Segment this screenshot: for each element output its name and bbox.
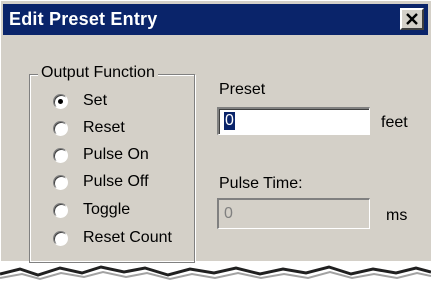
pulse-time-value: 0 bbox=[224, 205, 233, 222]
pulse-time-input[interactable]: 0 bbox=[217, 198, 370, 229]
radio-button-icon[interactable] bbox=[53, 121, 68, 136]
close-icon bbox=[406, 13, 418, 25]
close-button[interactable] bbox=[400, 8, 424, 30]
preset-input[interactable]: 0 bbox=[217, 107, 370, 135]
preset-label: Preset bbox=[219, 81, 266, 98]
radio-set[interactable]: Set bbox=[53, 92, 193, 114]
radio-reset[interactable]: Reset bbox=[53, 119, 193, 141]
torn-edge-decoration bbox=[0, 265, 431, 299]
radio-button-icon[interactable] bbox=[53, 148, 68, 163]
output-function-legend: Output Function bbox=[38, 64, 158, 82]
pulse-time-label: Pulse Time: bbox=[219, 175, 303, 192]
window-title: Edit Preset Entry bbox=[9, 9, 158, 29]
pulse-time-unit-label: ms bbox=[386, 207, 408, 224]
edit-preset-dialog: Edit Preset Entry Output Function Set Re… bbox=[0, 0, 431, 263]
radio-label: Pulse Off bbox=[83, 173, 149, 190]
title-bar[interactable]: Edit Preset Entry bbox=[3, 4, 428, 35]
radio-button-icon[interactable] bbox=[53, 175, 68, 190]
radio-label: Set bbox=[83, 92, 108, 109]
radio-pulse-on[interactable]: Pulse On bbox=[53, 146, 193, 168]
radio-button-selected-icon[interactable] bbox=[53, 94, 68, 109]
radio-button-icon[interactable] bbox=[53, 203, 68, 218]
radio-toggle[interactable]: Toggle bbox=[53, 201, 193, 223]
radio-label: Reset bbox=[83, 119, 125, 136]
radio-label: Pulse On bbox=[83, 146, 149, 163]
preset-value: 0 bbox=[224, 112, 235, 130]
radio-label: Reset Count bbox=[83, 229, 172, 246]
preset-unit-label: feet bbox=[381, 114, 408, 131]
radio-button-icon[interactable] bbox=[53, 231, 68, 246]
screenshot-stage: Edit Preset Entry Output Function Set Re… bbox=[0, 0, 431, 299]
radio-label: Toggle bbox=[83, 201, 131, 218]
radio-pulse-off[interactable]: Pulse Off bbox=[53, 173, 193, 195]
